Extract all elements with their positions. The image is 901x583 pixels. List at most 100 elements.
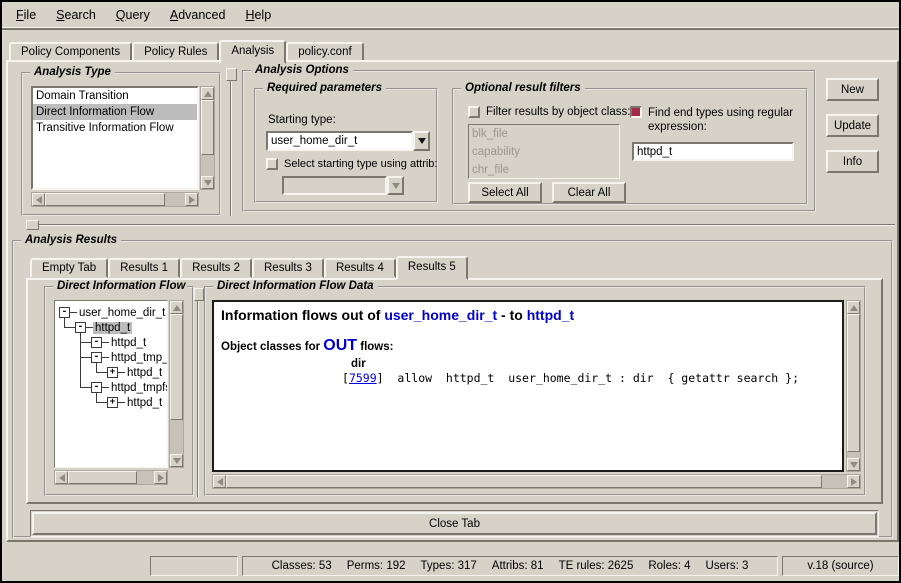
tree-node-label[interactable]: httpd_tmpfs_	[109, 382, 168, 394]
flow-data-hscrollbar[interactable]	[212, 474, 861, 489]
tab-results-1[interactable]: Results 1	[108, 258, 180, 278]
scroll-thumb[interactable]	[45, 193, 165, 206]
object-class-option: chr_file	[469, 161, 619, 179]
scroll-up-button[interactable]	[170, 301, 183, 314]
regex-input[interactable]: httpd_t	[632, 142, 794, 161]
analysis-type-hscrollbar[interactable]	[31, 192, 199, 207]
scroll-track[interactable]	[847, 314, 860, 458]
scroll-thumb[interactable]	[847, 314, 860, 452]
tree-expander[interactable]: -	[91, 382, 102, 393]
tab-analysis[interactable]: Analysis	[219, 40, 286, 64]
object-class-filter-label: Filter results by object class:	[486, 106, 630, 118]
scroll-down-button[interactable]	[170, 454, 183, 467]
tree-expander[interactable]: +	[107, 397, 118, 408]
regex-checkbox-checked[interactable]	[630, 106, 642, 118]
clear-all-button[interactable]: Clear All	[552, 182, 626, 203]
attrib-checkbox-row[interactable]: Select starting type using attrib:	[266, 158, 438, 170]
tab-results-5[interactable]: Results 5	[396, 256, 468, 280]
tree-line	[80, 387, 91, 388]
analysis-type-option-selected[interactable]: Direct Information Flow	[33, 104, 197, 120]
menu-help[interactable]: Help	[235, 6, 281, 24]
pane-sash-handle[interactable]	[226, 68, 237, 81]
flow-data-vscrollbar[interactable]	[846, 300, 861, 472]
tree-line	[96, 372, 107, 373]
tab-results-3[interactable]: Results 3	[252, 258, 324, 278]
info-button[interactable]: Info	[826, 150, 879, 173]
tree-node-label[interactable]: httpd_t	[93, 322, 132, 334]
results-tab-bar: Empty Tab Results 1 Results 2 Results 3 …	[30, 254, 468, 278]
scroll-up-button[interactable]	[847, 301, 860, 314]
close-tab-button[interactable]: Close Tab	[32, 512, 877, 535]
scroll-thumb[interactable]	[170, 314, 183, 420]
tab-results-4[interactable]: Results 4	[324, 258, 396, 278]
flow-tree-hscrollbar[interactable]	[54, 470, 168, 485]
tree-expander[interactable]: -	[59, 307, 70, 318]
combobox-dropdown-button[interactable]	[413, 131, 430, 151]
tree-expander[interactable]: -	[91, 337, 102, 348]
tree-data-sash-handle[interactable]	[194, 288, 204, 301]
starting-type-combobox[interactable]: user_home_dir_t	[266, 131, 430, 151]
menu-search[interactable]: Search	[46, 6, 106, 24]
chevron-down-icon	[418, 138, 426, 144]
tree-node-label[interactable]: httpd_t	[125, 397, 164, 409]
scroll-right-button[interactable]	[185, 193, 198, 206]
analysis-type-vscrollbar[interactable]	[200, 86, 215, 190]
tree-row[interactable]: -httpd_tmpfs_	[91, 380, 168, 395]
tree-node-label[interactable]: httpd_tmp_t	[109, 352, 168, 364]
scroll-track[interactable]	[68, 471, 154, 484]
attrib-checkbox[interactable]	[266, 158, 278, 170]
scroll-right-button[interactable]	[847, 475, 860, 488]
scroll-thumb[interactable]	[68, 471, 137, 484]
new-button[interactable]: New	[826, 78, 879, 101]
pane-sash-line[interactable]	[230, 81, 232, 216]
scroll-thumb[interactable]	[226, 475, 822, 488]
flow-tree-vscrollbar[interactable]	[169, 300, 184, 468]
scroll-thumb[interactable]	[201, 100, 214, 155]
scroll-down-button[interactable]	[847, 458, 860, 471]
results-sash-handle[interactable]	[26, 220, 39, 230]
scroll-left-button[interactable]	[213, 475, 226, 488]
tab-policy-conf[interactable]: policy.conf	[286, 42, 363, 62]
tab-policy-components[interactable]: Policy Components	[9, 42, 132, 62]
tree-row[interactable]: -httpd_tmp_t	[91, 350, 168, 365]
scroll-down-button[interactable]	[201, 176, 214, 189]
tree-node-label[interactable]: httpd_t	[109, 337, 148, 349]
tree-data-sash-line[interactable]	[197, 301, 199, 497]
tree-row[interactable]: -httpd_t	[91, 335, 148, 350]
tree-row[interactable]: -user_home_dir_t	[59, 305, 167, 320]
scroll-track[interactable]	[226, 475, 847, 488]
scroll-track[interactable]	[170, 314, 183, 454]
tree-expander[interactable]: -	[75, 322, 86, 333]
tab-results-2[interactable]: Results 2	[180, 258, 252, 278]
flow-tree-group: Direct Information Flow T -user_home_dir…	[44, 286, 194, 496]
tree-node-label[interactable]: httpd_t	[125, 367, 164, 379]
menu-query[interactable]: Query	[106, 6, 160, 24]
scroll-left-button[interactable]	[55, 471, 68, 484]
tree-expander[interactable]: +	[107, 367, 118, 378]
tab-policy-rules[interactable]: Policy Rules	[132, 42, 219, 62]
tree-row[interactable]: + httpd_t	[107, 365, 164, 380]
tree-node-label[interactable]: user_home_dir_t	[77, 307, 167, 319]
select-all-button[interactable]: Select All	[468, 182, 542, 203]
tree-expander[interactable]: -	[91, 352, 102, 363]
regex-checkbox-row[interactable]: Find end types using regular expression:	[630, 106, 802, 134]
flow-data-text: Information flows out of user_home_dir_t…	[212, 300, 844, 472]
scroll-right-button[interactable]	[154, 471, 167, 484]
menu-advanced[interactable]: Advanced	[160, 6, 236, 24]
object-class-filter-checkbox[interactable]	[468, 106, 480, 118]
analysis-type-option[interactable]: Transitive Information Flow	[33, 120, 197, 136]
scroll-up-button[interactable]	[201, 87, 214, 100]
tab-empty-tab[interactable]: Empty Tab	[30, 258, 108, 278]
analysis-type-option[interactable]: Domain Transition	[33, 88, 197, 104]
tree-row-selected[interactable]: -httpd_t	[75, 320, 132, 335]
scroll-left-button[interactable]	[32, 193, 45, 206]
starting-type-value[interactable]: user_home_dir_t	[266, 131, 413, 151]
rule-id-link[interactable]: 7599	[349, 371, 377, 385]
update-button[interactable]: Update	[826, 114, 879, 137]
tree-row[interactable]: + httpd_t	[107, 395, 164, 410]
menu-file[interactable]: File	[6, 6, 46, 24]
scroll-track[interactable]	[201, 100, 214, 176]
object-class-checkbox-row[interactable]: Filter results by object class:	[468, 106, 630, 118]
scroll-track[interactable]	[45, 193, 185, 206]
results-sash-line[interactable]	[39, 224, 895, 226]
